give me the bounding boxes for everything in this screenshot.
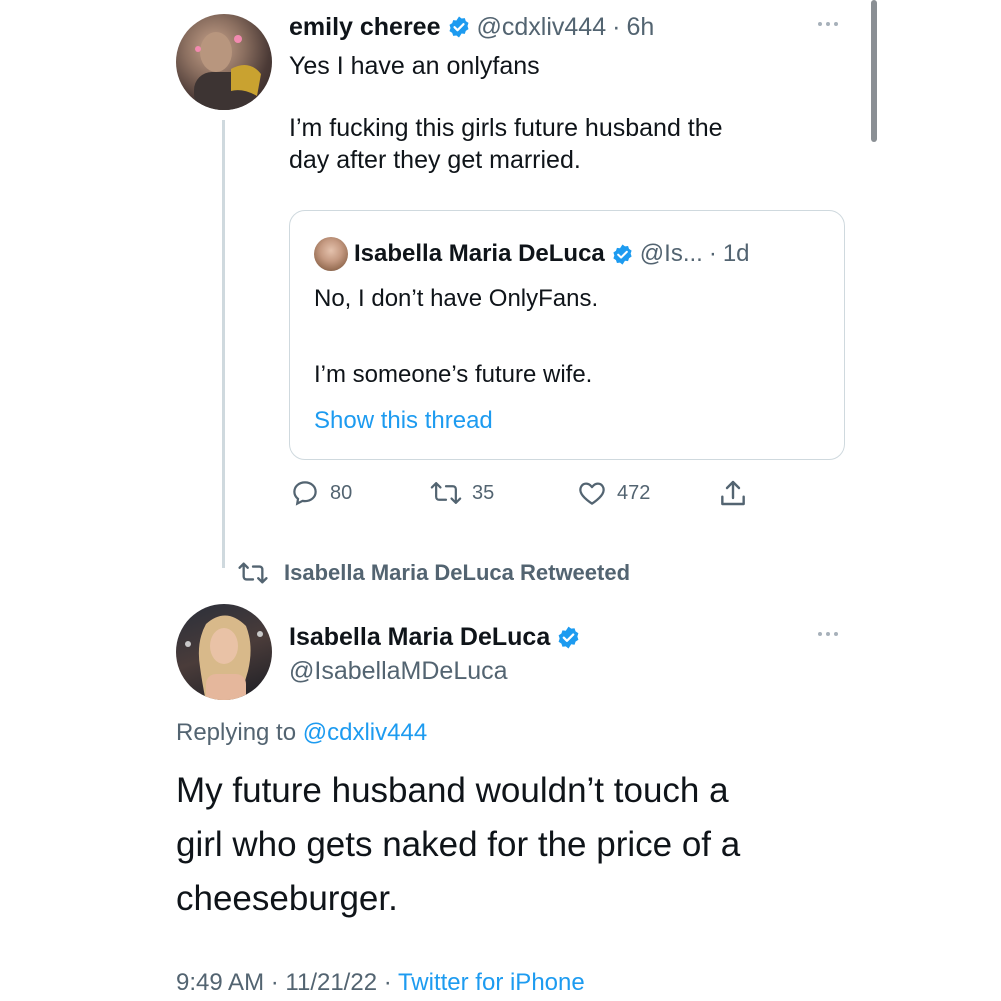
- tweet1-handle[interactable]: @cdxliv444: [477, 13, 607, 42]
- verified-badge-icon: [449, 16, 468, 38]
- verified-badge-icon: [613, 243, 632, 265]
- replying-prefix: Replying to: [176, 719, 297, 746]
- reply-button[interactable]: 80: [290, 478, 352, 508]
- tweet2-time[interactable]: 9:49 AM: [176, 969, 264, 996]
- tweet2-text: My future husband wouldn’t touch a girl …: [176, 764, 740, 926]
- replying-to: Replying to @cdxliv444: [176, 716, 427, 750]
- avatar-image: [185, 615, 263, 700]
- retweet-banner[interactable]: Isabella Maria DeLuca Retweeted: [236, 556, 630, 590]
- tweet2-meta: 9:49 AM · 11/21/22 · Twitter for iPhone: [176, 966, 585, 1000]
- verified-badge-icon: [558, 626, 579, 648]
- avatar-emily[interactable]: [176, 14, 272, 110]
- tweet1-line3: day after they get married.: [289, 146, 581, 174]
- quoted-line2: I’m someone’s future wife.: [314, 361, 593, 388]
- quoted-handle[interactable]: @Is...: [640, 240, 703, 268]
- tweet2-line3: cheeseburger.: [176, 879, 398, 918]
- more-options-icon[interactable]: [818, 632, 838, 636]
- tweet2-sep1: ·: [270, 969, 279, 996]
- avatar-isabella[interactable]: [176, 604, 272, 700]
- retweet-icon: [430, 482, 462, 504]
- retweet-count: 35: [472, 481, 495, 504]
- tweet1-display-name[interactable]: emily cheree: [289, 13, 441, 42]
- tweet2-display-name[interactable]: Isabella Maria DeLuca: [289, 620, 550, 654]
- tweet2-date[interactable]: 11/21/22: [285, 969, 377, 996]
- tweet1-time[interactable]: 6h: [626, 13, 654, 42]
- quoted-tweet-text: No, I don’t have OnlyFans. I’m someone’s…: [314, 283, 598, 437]
- tweet2-sep2: ·: [383, 969, 392, 996]
- tweet1-text: Yes I have an onlyfans I’m fucking this …: [289, 50, 723, 176]
- tweet2-header: Isabella Maria DeLuca @IsabellaMDeLuca: [289, 620, 581, 688]
- reply-count: 80: [330, 481, 353, 504]
- more-options-icon[interactable]: [818, 22, 838, 26]
- tweet1-sep: ·: [612, 12, 621, 41]
- tweet1-header: emily cheree @cdxliv444 · 6h: [289, 10, 654, 44]
- quoted-time[interactable]: 1d: [723, 240, 750, 268]
- tweet2-source-link[interactable]: Twitter for iPhone: [398, 969, 585, 996]
- share-icon: [721, 480, 745, 506]
- thread-line: [222, 120, 225, 568]
- scrollbar[interactable]: [871, 0, 877, 142]
- tweet2-handle[interactable]: @IsabellaMDeLuca: [289, 654, 581, 688]
- quoted-sep: ·: [708, 240, 717, 267]
- quoted-display-name[interactable]: Isabella Maria DeLuca: [354, 240, 605, 268]
- retweet-icon: [238, 562, 268, 584]
- tweet1-line1: Yes I have an onlyfans: [289, 52, 540, 80]
- quoted-tweet-card[interactable]: Isabella Maria DeLuca @Is... · 1d No, I …: [289, 210, 845, 460]
- tweet1-line2: I’m fucking this girls future husband th…: [289, 114, 723, 142]
- replying-handle-link[interactable]: @cdxliv444: [303, 719, 427, 746]
- like-button[interactable]: 472: [577, 478, 650, 508]
- avatar-image: [194, 32, 261, 110]
- retweet-banner-text: Isabella Maria DeLuca Retweeted: [284, 560, 631, 585]
- retweet-button[interactable]: 35: [430, 478, 494, 508]
- show-thread-link[interactable]: Show this thread: [314, 405, 598, 437]
- tweet2-line2: girl who gets naked for the price of a: [176, 825, 741, 864]
- quoted-tweet-header: Isabella Maria DeLuca @Is... · 1d: [314, 237, 750, 271]
- like-count: 472: [617, 481, 651, 504]
- quoted-line1: No, I don’t have OnlyFans.: [314, 285, 599, 312]
- tweet2-line1: My future husband wouldn’t touch a: [176, 771, 729, 810]
- heart-icon: [579, 482, 605, 505]
- quoted-avatar[interactable]: [314, 237, 348, 271]
- share-button[interactable]: [717, 478, 749, 515]
- reply-icon: [293, 481, 317, 506]
